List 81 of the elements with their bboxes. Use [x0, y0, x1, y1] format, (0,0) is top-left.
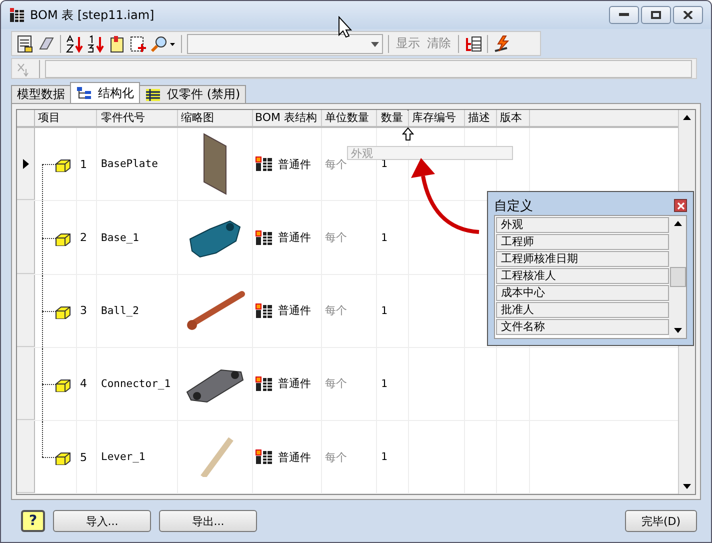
structure-icon — [255, 449, 273, 466]
close-button[interactable] — [673, 6, 703, 24]
structure-icon — [255, 230, 273, 246]
field-list-item[interactable]: 成本中心 — [496, 285, 669, 301]
clipboard-icon[interactable] — [108, 34, 126, 53]
minimize-button[interactable] — [609, 6, 639, 24]
tree-icon — [76, 86, 92, 100]
unit-quantity: 每个 — [322, 421, 377, 494]
item-number: 1 — [77, 128, 97, 200]
field-list-item[interactable]: 文件名称 — [496, 319, 669, 335]
quantity: 1 — [377, 348, 409, 420]
part-number: BasePlate — [97, 128, 178, 200]
structure-icon — [255, 302, 273, 319]
column-header[interactable]: 版本 — [497, 110, 530, 126]
export-button[interactable]: 导出... — [159, 510, 257, 532]
maximize-icon — [651, 11, 661, 20]
search-icon[interactable] — [150, 34, 176, 53]
part-number: Ball_2 — [97, 274, 178, 347]
scroll-thumb[interactable] — [670, 267, 686, 287]
part-number: Connector_1 — [97, 348, 178, 420]
maximize-button[interactable] — [641, 6, 671, 24]
document-add-icon[interactable] — [129, 34, 147, 53]
item-number: 4 — [77, 348, 97, 420]
unit-quantity: 每个 — [322, 348, 377, 420]
help-button[interactable]: ? — [21, 510, 45, 532]
list-arrow-icon[interactable] — [464, 34, 482, 53]
structure-icon — [255, 376, 273, 392]
done-button[interactable]: 完毕(D) — [625, 510, 697, 532]
column-header[interactable]: 描述 — [465, 110, 497, 126]
sort-numeric-icon[interactable] — [87, 34, 105, 53]
vertical-scrollbar[interactable] — [669, 216, 686, 338]
lightning-icon[interactable] — [493, 34, 511, 53]
structure-label: 普通件 — [278, 156, 311, 172]
item-number: 2 — [77, 201, 97, 274]
field-list-item[interactable]: 工程师核准日期 — [496, 251, 669, 267]
row-selector[interactable] — [17, 128, 35, 200]
save-icon[interactable] — [16, 34, 34, 53]
unit-quantity: 每个 — [322, 274, 377, 347]
close-icon — [683, 11, 693, 20]
current-row-icon — [22, 158, 28, 169]
quantity: 1 — [377, 201, 409, 274]
column-header[interactable]: 库存编号 — [409, 110, 465, 126]
close-button[interactable] — [674, 199, 687, 212]
item-number: 3 — [77, 274, 97, 347]
panel-title: 自定义 — [494, 198, 533, 214]
window-title: BOM 表 [step11.iam] — [30, 6, 154, 24]
structure-label: 普通件 — [278, 230, 311, 246]
tab[interactable]: 模型数据 — [11, 85, 71, 104]
rod-drawing — [184, 290, 246, 332]
insert-up-arrow-icon — [402, 127, 414, 142]
column-header[interactable]: 单位数量 — [322, 110, 377, 126]
quantity: 1 — [377, 421, 409, 494]
close-icon — [676, 202, 684, 210]
tab[interactable]: 仅零件 (禁用) — [139, 85, 246, 104]
column-header[interactable]: 数量 — [377, 110, 409, 126]
unit-quantity: 每个 — [322, 201, 377, 274]
part-number: Lever_1 — [97, 421, 178, 494]
import-button[interactable]: 导入... — [53, 510, 151, 532]
formula-field[interactable] — [45, 60, 692, 78]
column-header[interactable]: BOM 表结构 — [253, 110, 322, 126]
field-list-item[interactable]: 外观 — [496, 217, 669, 233]
structure-icon — [255, 156, 273, 172]
tab[interactable]: 结构化 — [70, 82, 140, 104]
structure-label: 普通件 — [278, 303, 311, 318]
item-number: 5 — [77, 421, 97, 494]
field-list-item[interactable]: 工程师 — [496, 234, 669, 250]
mouse-pointer-icon — [338, 16, 352, 38]
field-list-item[interactable]: 批准人 — [496, 302, 669, 318]
field-list-item[interactable]: 工程核准人 — [496, 268, 669, 284]
minimize-icon — [619, 13, 629, 18]
column-header[interactable]: 缩略图 — [178, 110, 253, 126]
column-header[interactable]: 零件代号 — [97, 110, 178, 126]
list-icon — [145, 88, 161, 102]
part-number: Base_1 — [97, 201, 178, 274]
dragged-column-header: 外观 — [347, 146, 513, 160]
quantity: 1 — [377, 274, 409, 347]
sort-ascending-icon[interactable] — [66, 34, 84, 53]
structure-label: 普通件 — [278, 376, 311, 392]
column-header[interactable]: 项目 — [35, 110, 97, 126]
structure-label: 普通件 — [278, 450, 311, 465]
bom-table-icon — [9, 7, 25, 24]
